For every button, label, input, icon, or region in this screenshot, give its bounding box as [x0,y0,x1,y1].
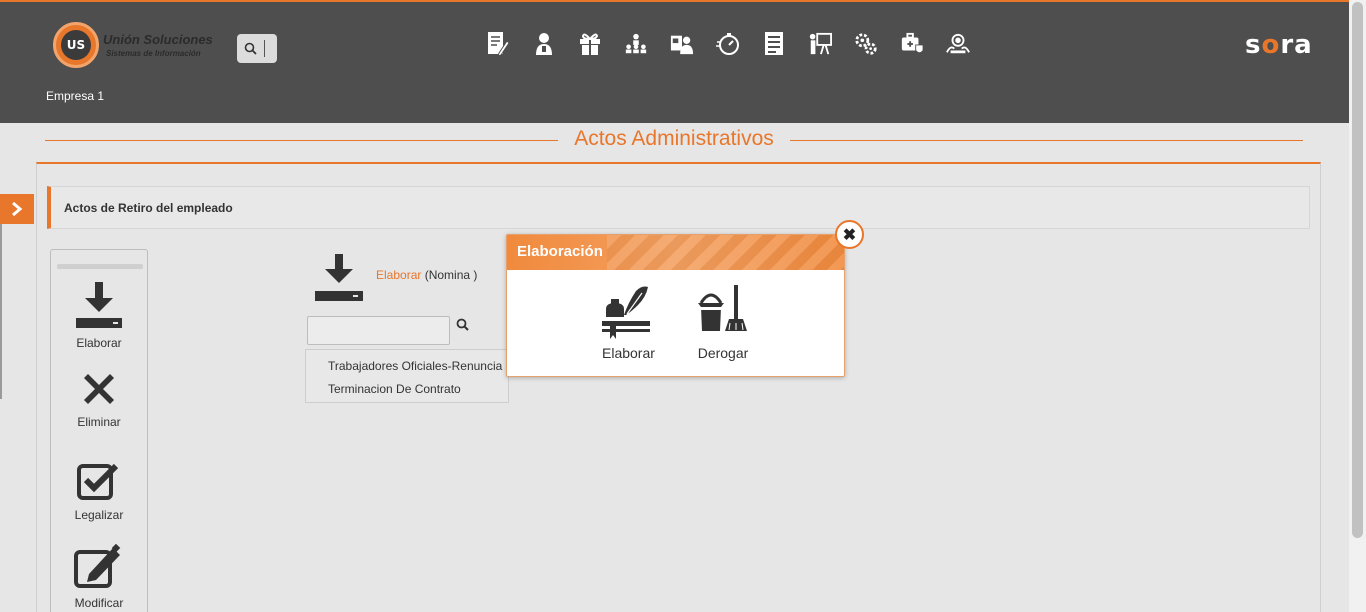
popup-derogar-label: Derogar [697,345,749,361]
search-separator [264,40,265,57]
modificar-action[interactable]: Modificar [51,544,147,610]
employee-icon[interactable] [532,30,556,58]
scrollbar-thumb[interactable] [1352,2,1363,538]
logo-subtitle: Sistemas de Información [106,49,201,58]
gears-icon[interactable] [854,30,878,58]
acts-list: Trabajadores Oficiales-Renuncia Terminac… [305,349,509,403]
medical-bag-icon[interactable] [900,30,924,58]
ink-quill-icon [602,286,651,339]
modificar-action-label: Modificar [74,596,124,610]
elaborar-heading: Elaborar (Nomina ) [376,268,477,282]
logo-title: Unión Soluciones [103,32,213,47]
actions-panel: Elaborar Eliminar Legalizar Modificar [50,249,148,612]
search-icon [244,42,257,55]
elaborar-action[interactable]: Elaborar [51,280,147,350]
page-title: Actos Administrativos [574,127,774,150]
company-name[interactable]: Empresa 1 [46,89,104,103]
elaborar-link[interactable]: Elaborar [376,268,421,282]
top-header: US Unión Soluciones Sistemas de Informac… [0,0,1349,123]
chevron-right-icon [12,202,23,216]
elaboration-popup: Elaboración Elaborar Derogar [506,234,845,377]
section-header: Actos de Retiro del empleado [47,186,1310,229]
brand-part-1: s [1245,30,1262,60]
page-scrollbar[interactable] [1349,0,1366,612]
company-logo[interactable]: US Unión Soluciones Sistemas de Informac… [53,22,223,70]
popup-derogar-option[interactable]: Derogar [697,285,749,361]
gift-icon[interactable] [578,30,602,58]
hierarchy-icon[interactable] [624,30,648,58]
eliminar-action[interactable]: Eliminar [51,369,147,429]
popup-title: Elaboración [517,243,603,260]
filter-search-button[interactable] [456,318,469,336]
report-list-icon[interactable] [762,30,786,58]
eliminar-action-label: Eliminar [77,415,121,429]
brand-logo: sora [1245,30,1313,60]
header-pattern [607,235,844,270]
title-rule-left [45,140,558,141]
header-search-button[interactable] [237,34,277,63]
bucket-broom-icon [698,285,747,331]
support-team-icon[interactable] [946,30,970,58]
filter-input[interactable] [307,316,450,345]
download-tray-icon [314,254,364,307]
download-tray-icon [76,282,122,328]
user-card-icon[interactable] [670,30,694,58]
stopwatch-icon[interactable] [716,30,740,58]
search-icon [456,318,469,331]
sidebar-toggle-button[interactable] [0,194,34,224]
popup-close-button[interactable]: ✖ [835,220,864,249]
brand-part-2: o [1261,30,1281,60]
edit-square-icon [74,544,121,588]
legalizar-action[interactable]: Legalizar [51,462,147,522]
list-item[interactable]: Terminacion De Contrato [328,378,508,401]
title-rule-right [790,140,1303,141]
logo-emblem: US [53,22,99,68]
checkbox-icon [77,463,119,500]
x-icon [84,374,114,404]
document-edit-icon[interactable] [486,30,510,58]
legalizar-action-label: Legalizar [74,508,124,522]
sidebar-edge [0,224,2,399]
popup-elaborar-label: Elaborar [602,345,655,361]
popup-elaborar-option[interactable]: Elaborar [602,285,655,361]
presentation-icon[interactable] [808,30,832,58]
close-icon: ✖ [842,226,857,244]
elaborar-action-label: Elaborar [76,336,122,350]
panel-grip [57,264,143,269]
elaborar-context: (Nomina ) [424,268,478,282]
logo-badge: US [61,30,91,60]
popup-header: Elaboración [507,235,844,270]
brand-part-3: ra [1280,30,1313,60]
content-panel [36,162,1321,612]
module-bar [486,30,970,60]
list-item[interactable]: Trabajadores Oficiales-Renuncia [328,355,508,378]
